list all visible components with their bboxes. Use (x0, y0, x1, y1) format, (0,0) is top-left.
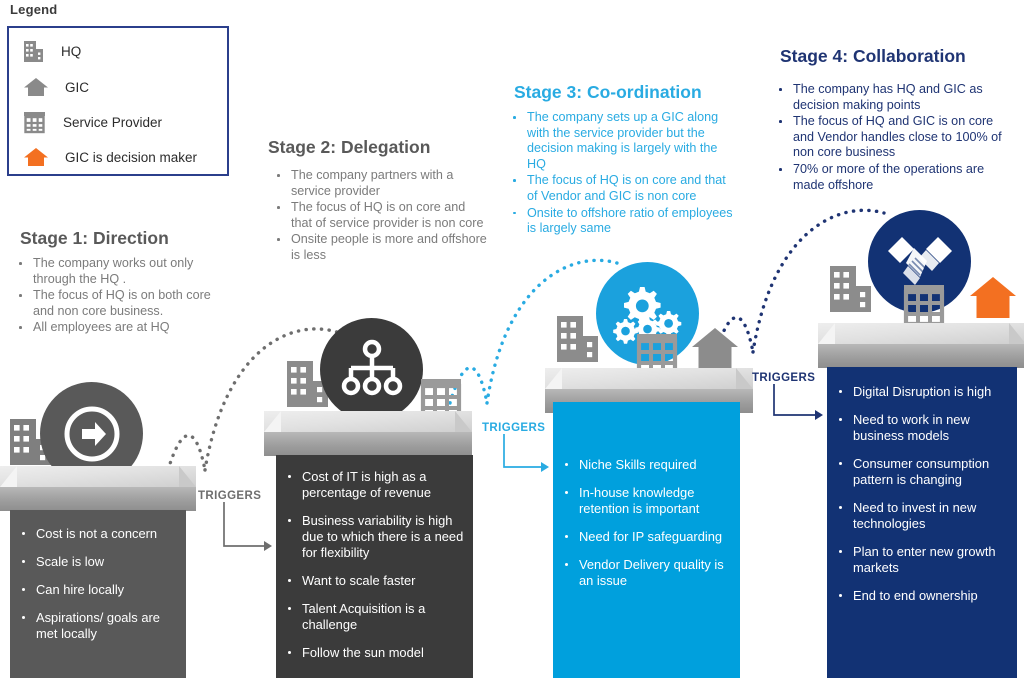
legend-item-gic: GIC (23, 72, 89, 102)
stage-4-panel: Digital Disruption is high Need to work … (827, 367, 1017, 678)
platform-top (0, 466, 196, 487)
list-item: Follow the sun model (276, 645, 467, 661)
list-item: Want to scale faster (276, 573, 467, 589)
legend-item-label: HQ (61, 43, 82, 59)
stage-4-building-hq (828, 262, 874, 314)
list-item: 70% or more of the operations are made o… (774, 162, 1014, 193)
legend-item-label: GIC (65, 79, 90, 95)
platform-top (818, 323, 1024, 344)
list-item: The company has HQ and GIC as decision m… (774, 82, 1014, 113)
stage-3-description: The company sets up a GIC along with the… (508, 110, 733, 238)
list-item: Vendor Delivery quality is an issue (553, 557, 734, 589)
list-item: Niche Skills required (553, 457, 734, 473)
platform-front (818, 344, 1024, 368)
list-item: Cost is not a concern (10, 526, 180, 542)
list-item: The company works out only through the H… (14, 256, 229, 287)
stage-2-panel: Cost of IT is high as a percentage of re… (276, 455, 473, 678)
house-icon-orange (970, 277, 1016, 318)
stage-2-platform (264, 411, 472, 456)
list-item: Cost of IT is high as a percentage of re… (276, 469, 467, 501)
stage-1-platform (0, 466, 196, 511)
trigger-label-2: TRIGGERS (482, 422, 546, 434)
list-item: End to end ownership (827, 588, 1011, 604)
list-item: Scale is low (10, 554, 180, 570)
arrow-right-circle-icon (64, 406, 119, 461)
stage-1-description: The company works out only through the H… (14, 256, 229, 337)
stage-3-building-gic (690, 325, 740, 373)
list-item: Talent Acquisition is a challenge (276, 601, 467, 633)
legend-item-service-provider: Service Provider (23, 107, 162, 137)
list-item: The company sets up a GIC along with the… (508, 110, 733, 172)
list-item: The focus of HQ is on core and that of V… (508, 173, 733, 204)
legend-box: HQ GIC Service Provider GIC is decision … (7, 26, 229, 176)
list-item: Plan to enter new growth markets (827, 544, 1011, 576)
trigger-arrow-1 (223, 502, 272, 551)
stage-3-building-hq (555, 312, 601, 364)
trigger-arrow-2 (503, 434, 549, 472)
trigger-label-1: TRIGGERS (198, 490, 262, 502)
stage-3-panel: Niche Skills required In-house knowledge… (553, 402, 740, 678)
legend-title: Legend (10, 2, 58, 17)
stage-4-title: Stage 4: Collaboration (780, 46, 966, 66)
list-item: Digital Disruption is high (827, 384, 1011, 400)
list-item: Need to invest in new technologies (827, 500, 1011, 532)
house-icon-orange (23, 146, 49, 168)
list-item: Onsite people is more and offshore is le… (272, 232, 488, 263)
list-item: All employees are at HQ (14, 320, 229, 336)
diagram-canvas: Legend HQ GIC Service Provider GIC is de… (0, 0, 1024, 678)
list-item: Business variability is high due to whic… (276, 513, 467, 561)
stage-4-description: The company has HQ and GIC as decision m… (774, 82, 1014, 194)
list-item: The focus of HQ is on core and that of s… (272, 200, 488, 231)
grid-building-icon (23, 111, 47, 134)
stage-2-description: The company partners with a service prov… (272, 168, 488, 265)
platform-top (545, 368, 753, 389)
list-item: Onsite to offshore ratio of employees is… (508, 206, 733, 237)
list-item: Need for IP safeguarding (553, 529, 734, 545)
stage-1-title: Stage 1: Direction (20, 228, 169, 248)
stage-3-title: Stage 3: Co-ordination (514, 82, 702, 102)
legend-item-hq: HQ (23, 36, 81, 66)
platform-front (264, 432, 472, 456)
trigger-label-3: TRIGGERS (752, 372, 816, 384)
office-building-icon (23, 39, 45, 63)
platform-front (0, 487, 196, 511)
list-item: Can hire locally (10, 582, 180, 598)
list-item: In-house knowledge retention is importan… (553, 485, 734, 517)
list-item: Need to work in new business models (827, 412, 1011, 444)
stage-4-building-service-provider (903, 284, 946, 327)
stage-4-platform (818, 323, 1024, 368)
trigger-arrow-3 (773, 384, 823, 420)
list-item: Consumer consumption pattern is changing (827, 456, 1011, 488)
legend-item-label: GIC is decision maker (65, 149, 198, 165)
stage-4-building-gic-decision-maker (968, 274, 1018, 322)
org-hierarchy-icon (341, 339, 402, 395)
stage-1-panel: Cost is not a concern Scale is low Can h… (10, 510, 186, 678)
list-item: The company partners with a service prov… (272, 168, 488, 199)
legend-item-gic-decision-maker: GIC is decision maker (23, 142, 197, 172)
legend-item-label: Service Provider (63, 114, 163, 130)
handshake-icon (887, 236, 952, 285)
house-icon (23, 76, 49, 98)
house-icon (692, 328, 738, 369)
stage-2-badge-org-hierarchy (320, 318, 423, 421)
list-item: The focus of HQ is on both core and non … (14, 288, 229, 319)
list-item: The focus of HQ and GIC is on core and V… (774, 114, 1014, 161)
platform-top (264, 411, 472, 432)
stage-2-title: Stage 2: Delegation (268, 137, 431, 157)
list-item: Aspirations/ goals are met locally (10, 610, 180, 642)
